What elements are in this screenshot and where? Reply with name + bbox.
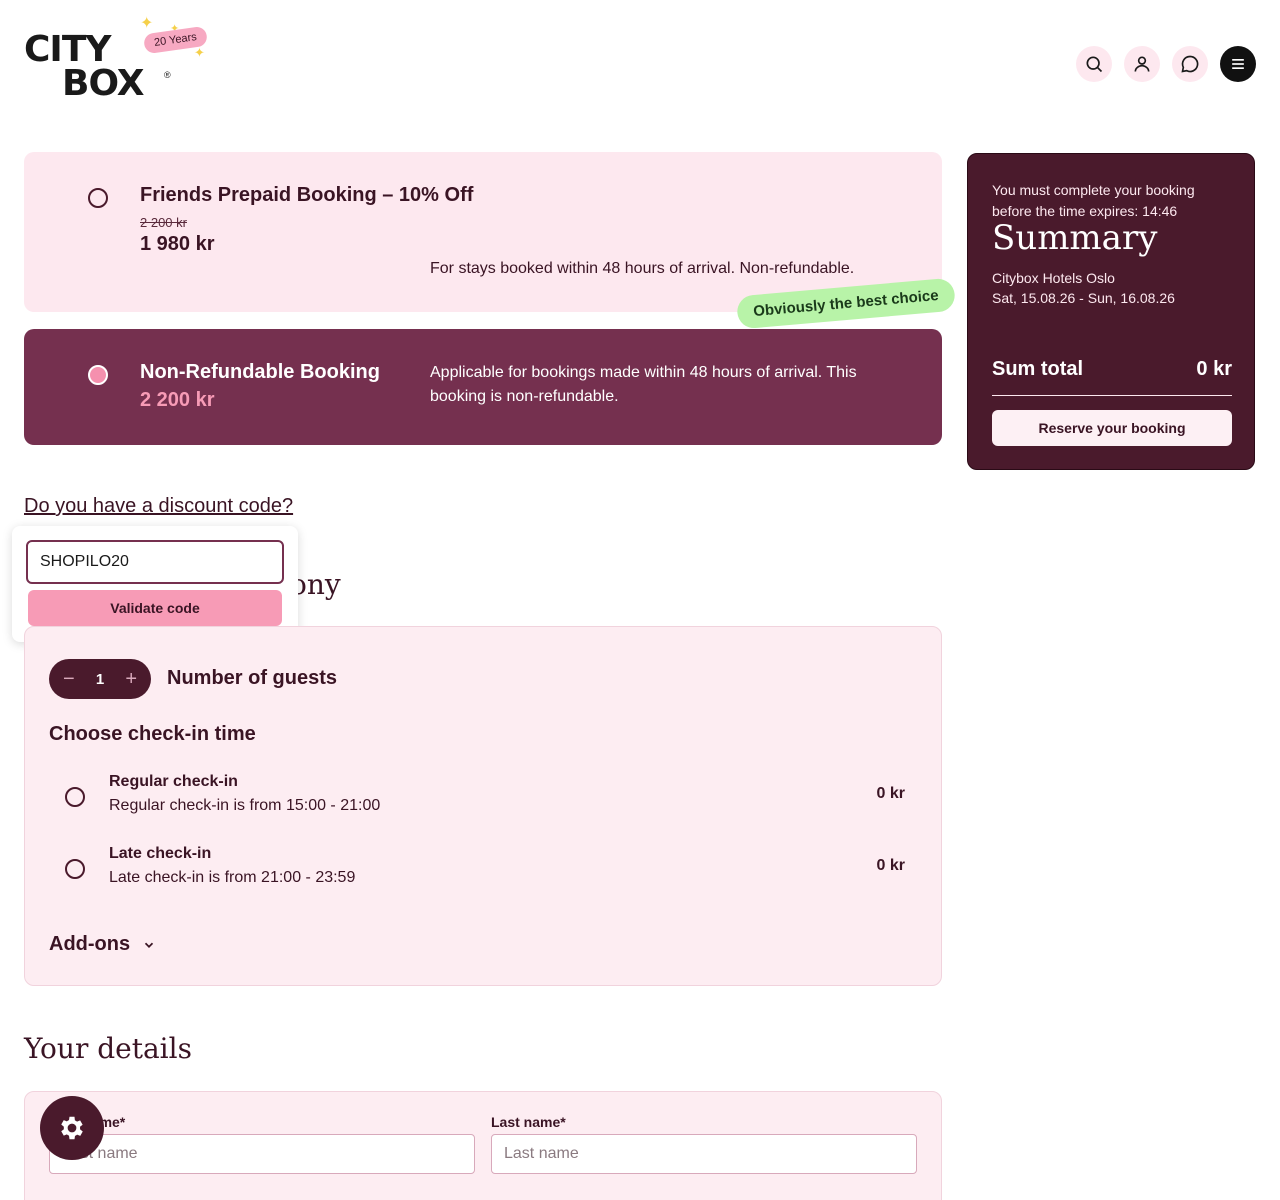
checkin-price: 0 kr [876, 857, 905, 874]
chat-icon [1181, 55, 1199, 73]
cookie-settings-button[interactable] [40, 1096, 104, 1160]
rate-option-friends-prepaid[interactable]: Friends Prepaid Booking – 10% Off 2 200 … [24, 152, 942, 312]
gear-icon [61, 1116, 83, 1140]
rate-description: For stays booked within 48 hours of arri… [430, 260, 855, 277]
account-button[interactable] [1124, 46, 1160, 82]
guests-label: Number of guests [167, 667, 338, 689]
expiry-timer: You must complete your booking before th… [992, 182, 1195, 219]
details-title: Your details [24, 1032, 192, 1065]
menu-button[interactable] [1220, 46, 1256, 82]
checkin-desc: Regular check-in is from 15:00 - 21:00 [109, 797, 381, 814]
search-icon [1086, 56, 1103, 73]
rate-title: Non-Refundable Booking [140, 361, 380, 383]
star-icon: ✦ [194, 45, 205, 60]
guests-count: 1 [95, 670, 105, 688]
last-name-label: Last name* [491, 1114, 566, 1130]
checkin-radio[interactable] [65, 859, 85, 879]
checkin-option-late[interactable]: Late check-in Late check-in is from 21:0… [65, 845, 905, 895]
citybox-logo[interactable]: CITY BOX ® ✦ ✦ ✦ 20 Years [24, 16, 224, 106]
decrement-button[interactable]: − [63, 669, 75, 689]
stay-dates: Sat, 15.08.26 - Sun, 16.08.26 [992, 290, 1175, 306]
reserve-booking-button[interactable]: Reserve your booking [992, 410, 1232, 446]
sum-total-value: 0 kr [1196, 358, 1232, 380]
discount-popup: Validate code [12, 526, 298, 642]
details-form: First name* Last name* [24, 1091, 942, 1200]
rate-option-non-refundable[interactable]: Non-Refundable Booking 2 200 kr Applicab… [24, 329, 942, 445]
booking-options-panel: − 1 + Number of guests Choose check-in t… [24, 626, 942, 986]
menu-icon [1232, 59, 1244, 69]
checkin-radio[interactable] [65, 787, 85, 807]
validate-code-button[interactable]: Validate code [28, 590, 282, 626]
checkin-desc: Late check-in is from 21:00 - 23:59 [109, 869, 356, 886]
summary-title: Summary [992, 218, 1158, 258]
rate-radio-selected[interactable] [88, 365, 108, 385]
logo-text-box: BOX [62, 63, 145, 104]
addons-label: Add-ons [49, 933, 131, 955]
logo-registered-mark: ® [164, 70, 171, 80]
first-name-input[interactable] [49, 1134, 475, 1174]
rate-description: Applicable for bookings made within 48 h… [430, 364, 857, 405]
checkin-name: Late check-in [109, 845, 212, 862]
sum-total-row: Sum total 0 kr [992, 358, 1232, 396]
addons-toggle[interactable]: Add-ons [49, 933, 156, 956]
discount-code-input[interactable] [26, 540, 284, 584]
last-name-input[interactable] [491, 1134, 917, 1174]
summary-hotel-info: Citybox Hotels Oslo Sat, 15.08.26 - Sun,… [992, 268, 1175, 308]
header-actions [1076, 46, 1256, 82]
sum-total-label: Sum total [992, 358, 1084, 380]
guests-stepper: − 1 + [49, 659, 151, 699]
hotel-name: Citybox Hotels Oslo [992, 270, 1115, 286]
rate-old-price: 2 200 kr [140, 215, 187, 230]
checkin-title: Choose check-in time [49, 723, 256, 745]
search-button[interactable] [1076, 46, 1112, 82]
chevron-down-icon [144, 942, 154, 948]
discount-code-link[interactable]: Do you have a discount code? [24, 495, 293, 518]
checkin-name: Regular check-in [109, 773, 238, 790]
rate-price: 2 200 kr [140, 389, 215, 411]
chat-button[interactable] [1172, 46, 1208, 82]
star-icon: ✦ [140, 15, 154, 32]
rate-title: Friends Prepaid Booking – 10% Off [140, 184, 474, 206]
checkin-option-regular[interactable]: Regular check-in Regular check-in is fro… [65, 773, 905, 823]
checkin-price: 0 kr [876, 785, 905, 802]
increment-button[interactable]: + [125, 669, 137, 689]
booking-summary: You must complete your booking before th… [967, 153, 1255, 470]
user-icon [1134, 56, 1150, 72]
rate-price: 1 980 kr [140, 233, 215, 255]
rate-radio[interactable] [88, 188, 108, 208]
